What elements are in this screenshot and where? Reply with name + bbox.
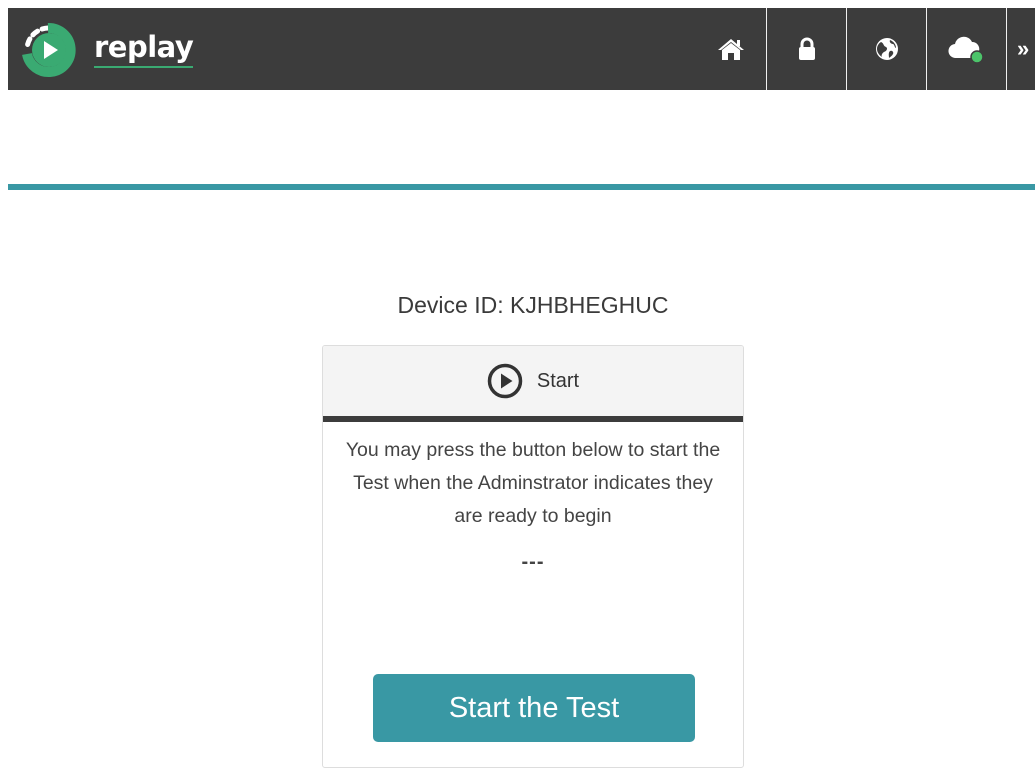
app-logo[interactable]: replay [18,20,194,80]
panel-title: Start [536,369,580,392]
status-text: --- [521,551,545,573]
top-navigation-bar: replay » [8,8,1035,90]
nav-buttons: » [696,8,1035,90]
cloud-status-button[interactable] [926,8,1006,90]
globe-button[interactable] [846,8,926,90]
header-divider [8,184,1035,190]
replay-logo-icon [22,22,76,77]
start-test-button[interactable]: Start the Test [373,674,695,742]
cloud-status-icon [947,36,984,64]
panel-header: Start [323,346,743,422]
double-chevron-right-icon: » [1017,36,1030,61]
start-panel: Start You may press the button below to … [322,345,744,768]
page: replay » Device ID: KJHBHEGHUC Start You… [0,0,1035,774]
home-icon [718,39,744,60]
home-button[interactable] [696,8,766,90]
lock-button[interactable] [766,8,846,90]
device-id-label: Device ID: KJHBHEGHUC [397,292,669,318]
instructions-text: You may press the button below to start … [345,439,721,527]
play-circle-icon [487,363,523,399]
app-name: replay [94,30,194,68]
lock-icon [798,37,815,60]
more-menu-button[interactable]: » [1006,8,1035,90]
globe-icon [875,38,898,60]
